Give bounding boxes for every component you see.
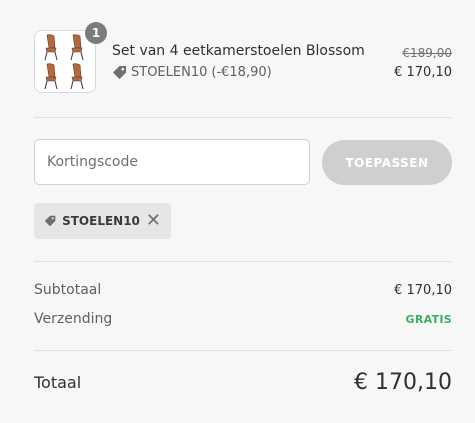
product-title: Set van 4 eetkamerstoelen Blossom bbox=[112, 43, 365, 59]
discounted-price: € 170,10 bbox=[394, 65, 452, 80]
total-value: € 170,10 bbox=[354, 370, 452, 395]
line-item: 1 Set van 4 eetkamerstoelen Blossom STOE… bbox=[34, 22, 452, 96]
total-label: Totaal bbox=[34, 373, 82, 392]
discount-amount: (-€18,90) bbox=[211, 65, 272, 80]
shipping-label: Verzending bbox=[34, 311, 113, 327]
tag-icon bbox=[112, 65, 127, 80]
shipping-value: GRATIS bbox=[405, 312, 452, 326]
applied-discount-label: STOELEN10 bbox=[62, 214, 140, 228]
discount-code-input[interactable] bbox=[34, 139, 310, 185]
product-discount: STOELEN10 (-€18,90) bbox=[112, 65, 272, 80]
discount-code: STOELEN10 bbox=[131, 65, 208, 80]
total-row: Totaal € 170,10 bbox=[34, 370, 452, 395]
shipping-row: Verzending GRATIS bbox=[34, 311, 452, 327]
subtotal-label: Subtotaal bbox=[34, 282, 102, 298]
divider bbox=[34, 261, 452, 262]
original-price: €189,00 bbox=[402, 46, 452, 60]
divider bbox=[34, 350, 452, 351]
chairs-image bbox=[44, 34, 84, 90]
tag-icon bbox=[44, 215, 56, 227]
apply-discount-button[interactable]: TOEPASSEN bbox=[322, 140, 452, 185]
subtotal-value: € 170,10 bbox=[394, 282, 452, 298]
quantity-badge: 1 bbox=[85, 22, 107, 44]
divider bbox=[34, 117, 452, 118]
applied-discount-tag: STOELEN10 ✕ bbox=[34, 203, 171, 239]
subtotal-row: Subtotaal € 170,10 bbox=[34, 282, 452, 298]
close-icon[interactable]: ✕ bbox=[146, 212, 161, 230]
